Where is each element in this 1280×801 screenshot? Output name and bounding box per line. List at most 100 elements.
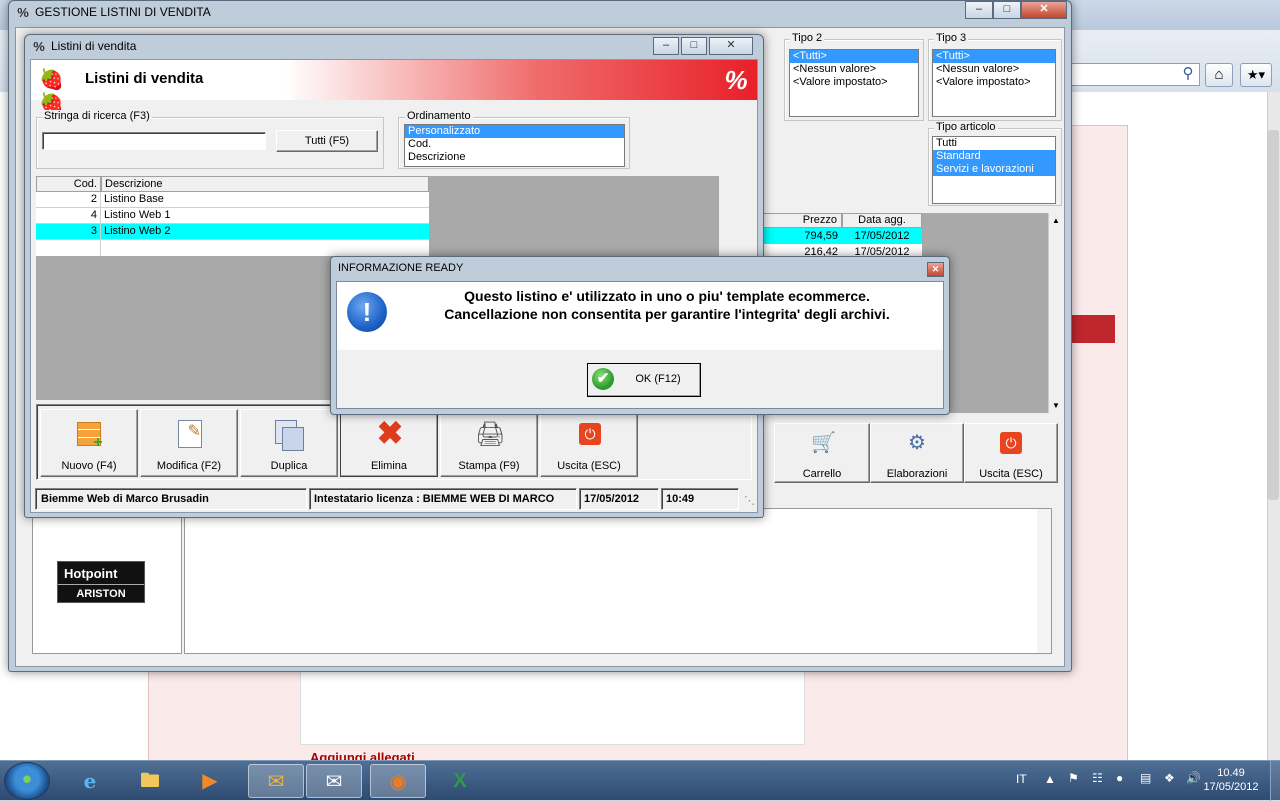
list-item[interactable]: Personalizzato xyxy=(405,125,624,138)
elaborazioni-button[interactable]: ⚙ Elaborazioni xyxy=(870,423,964,483)
tutti-button[interactable]: Tutti (F5) xyxy=(276,130,378,152)
cart-icon: 🛒 xyxy=(811,432,836,454)
list-item[interactable]: Cod. xyxy=(405,138,624,151)
search-icon[interactable]: ⚲ xyxy=(1178,64,1198,84)
hotpoint-logo: Hotpoint ARISTON xyxy=(57,561,145,603)
ordinamento-listbox[interactable]: Personalizzato Cod. Descrizione xyxy=(404,124,625,167)
carrello-button[interactable]: 🛒 Carrello xyxy=(774,423,870,483)
main-uscita-button[interactable]: ⏻ Uscita (ESC) xyxy=(964,423,1058,483)
duplica-button[interactable]: Duplica xyxy=(240,409,338,477)
resize-grip-icon[interactable]: ⋱ xyxy=(741,494,755,508)
table-cell-descrizione[interactable] xyxy=(101,240,429,256)
network-icon[interactable]: ▤ xyxy=(1140,771,1151,785)
grid-header-prezzo[interactable]: Prezzo xyxy=(758,213,842,228)
info-exclamation-icon: ! xyxy=(347,292,387,332)
minimize-button[interactable]: – xyxy=(653,37,679,55)
mail-icon[interactable]: ✉ xyxy=(306,764,362,798)
list-item[interactable]: <Valore impostato> xyxy=(933,76,1055,89)
description-textarea[interactable] xyxy=(184,508,1052,654)
device-icon[interactable]: ☷ xyxy=(1092,771,1103,785)
elaborazioni-label: Elaborazioni xyxy=(886,468,948,480)
scroll-down-icon[interactable]: ▼ xyxy=(1048,398,1064,413)
bookmarks-icon[interactable]: ★▾ xyxy=(1240,63,1272,87)
brand-logo-panel: Hotpoint ARISTON xyxy=(32,508,182,654)
table-cell-cod[interactable]: 4 xyxy=(36,208,101,224)
list-item[interactable]: <Nessun valore> xyxy=(790,63,918,76)
close-button[interactable]: ✕ xyxy=(709,37,753,55)
description-scrollbar[interactable] xyxy=(1037,509,1051,653)
outlook-icon[interactable]: ✉ xyxy=(248,764,304,798)
list-item[interactable]: <Valore impostato> xyxy=(790,76,918,89)
file-explorer-icon[interactable]: 🖿 xyxy=(122,764,178,798)
elimina-button[interactable]: ✖ Elimina xyxy=(340,409,438,477)
grid-header-data[interactable]: Data agg. xyxy=(842,213,922,228)
maximize-button[interactable]: □ xyxy=(681,37,707,55)
firefox-icon[interactable]: ◉ xyxy=(370,764,426,798)
modifica-button[interactable]: ✎ Modifica (F2) xyxy=(140,409,238,477)
uscita-button[interactable]: ⏻ Uscita (ESC) xyxy=(540,409,638,477)
scroll-thumb[interactable] xyxy=(1050,230,1062,246)
clock[interactable]: 10.49 17/05/2012 xyxy=(1196,766,1266,794)
dropbox-icon[interactable]: ❖ xyxy=(1164,771,1175,785)
table-header-cod[interactable]: Cod. xyxy=(36,176,101,192)
list-item[interactable]: <Tutti> xyxy=(933,50,1055,63)
flag-icon[interactable]: ⚑ xyxy=(1068,771,1079,785)
home-icon[interactable]: ⌂ xyxy=(1205,63,1233,87)
nuovo-label: Nuovo (F4) xyxy=(61,460,117,472)
tipo3-listbox[interactable]: <Tutti> <Nessun valore> <Valore impostat… xyxy=(932,49,1056,117)
scroll-up-icon[interactable]: ▲ xyxy=(1048,213,1064,228)
list-item[interactable]: Tutti xyxy=(933,137,1055,150)
nuovo-button[interactable]: + Nuovo (F4) xyxy=(40,409,138,477)
browser-scroll-thumb[interactable] xyxy=(1268,130,1279,500)
tipo-articolo-listbox[interactable]: Tutti Standard Servizi e lavorazioni xyxy=(932,136,1056,204)
language-indicator[interactable]: IT xyxy=(1016,772,1027,786)
app-percent-icon: % xyxy=(17,5,29,20)
app-percent-icon: % xyxy=(33,39,45,54)
carrello-label: Carrello xyxy=(802,468,842,480)
show-hidden-icons-icon[interactable]: ▲ xyxy=(1044,772,1056,786)
list-item[interactable]: <Tutti> xyxy=(790,50,918,63)
grid-cell-data[interactable]: 17/05/2012 xyxy=(842,228,922,244)
show-desktop-button[interactable] xyxy=(1270,761,1280,801)
search-label: Stringa di ricerca (F3) xyxy=(42,110,152,122)
minimize-button[interactable]: – xyxy=(965,1,993,19)
page-textarea[interactable] xyxy=(300,660,805,745)
ordinamento-label: Ordinamento xyxy=(405,110,473,122)
internet-explorer-icon[interactable]: e xyxy=(62,764,118,798)
grid-cell-prezzo[interactable]: 794,59 xyxy=(758,228,842,244)
media-player-icon[interactable]: ▶ xyxy=(182,764,238,798)
dialog-close-button[interactable]: ✕ xyxy=(927,262,944,277)
dialog-message-line2: Cancellazione non consentita per garanti… xyxy=(444,306,890,322)
new-grid-icon: + xyxy=(77,422,105,451)
table-header-descrizione[interactable]: Descrizione xyxy=(101,176,429,192)
tipo2-listbox[interactable]: <Tutti> <Nessun valore> <Valore impostat… xyxy=(789,49,919,117)
list-item[interactable]: Standard xyxy=(933,150,1055,163)
logo-line1: Hotpoint xyxy=(64,566,118,581)
start-button[interactable] xyxy=(4,762,50,800)
dialog-title: INFORMAZIONE READY xyxy=(338,262,464,274)
ok-button[interactable]: ✔ OK (F12) xyxy=(587,363,701,397)
dialog-client: ! Questo listino e' utilizzato in uno o … xyxy=(336,281,944,409)
excel-icon[interactable]: X xyxy=(432,764,488,798)
maximize-button[interactable]: □ xyxy=(993,1,1021,19)
list-item[interactable]: Servizi e lavorazioni xyxy=(933,163,1055,176)
taskbar: e 🖿 ▶ ✉ ✉ ◉ X IT ▲ ⚑ ☷ ● ▤ ❖ 🔊 10.49 17/… xyxy=(0,760,1280,801)
table-cell-cod[interactable]: 3 xyxy=(36,224,101,240)
status-time: 10:49 xyxy=(661,488,739,510)
dialog-message: Questo listino e' utilizzato in uno o pi… xyxy=(397,287,937,323)
search-input[interactable] xyxy=(42,132,266,150)
stampa-label: Stampa (F9) xyxy=(458,460,520,472)
close-button[interactable]: ✕ xyxy=(1021,1,1067,19)
checkmark-icon: ✔ xyxy=(592,368,614,390)
table-cell-cod[interactable]: 2 xyxy=(36,192,101,208)
table-cell-descrizione[interactable]: Listino Web 1 xyxy=(101,208,429,224)
stampa-button[interactable]: 🖨 Stampa (F9) xyxy=(440,409,538,477)
antivirus-icon[interactable]: ● xyxy=(1116,771,1123,785)
gears-icon: ⚙ xyxy=(908,432,926,454)
list-item[interactable]: <Nessun valore> xyxy=(933,63,1055,76)
table-cell-cod[interactable] xyxy=(36,240,101,256)
table-cell-descrizione[interactable]: Listino Web 2 xyxy=(101,224,429,240)
list-item[interactable]: Descrizione xyxy=(405,151,624,164)
table-cell-descrizione[interactable]: Listino Base xyxy=(101,192,429,208)
status-company: Biemme Web di Marco Brusadin xyxy=(35,488,307,510)
